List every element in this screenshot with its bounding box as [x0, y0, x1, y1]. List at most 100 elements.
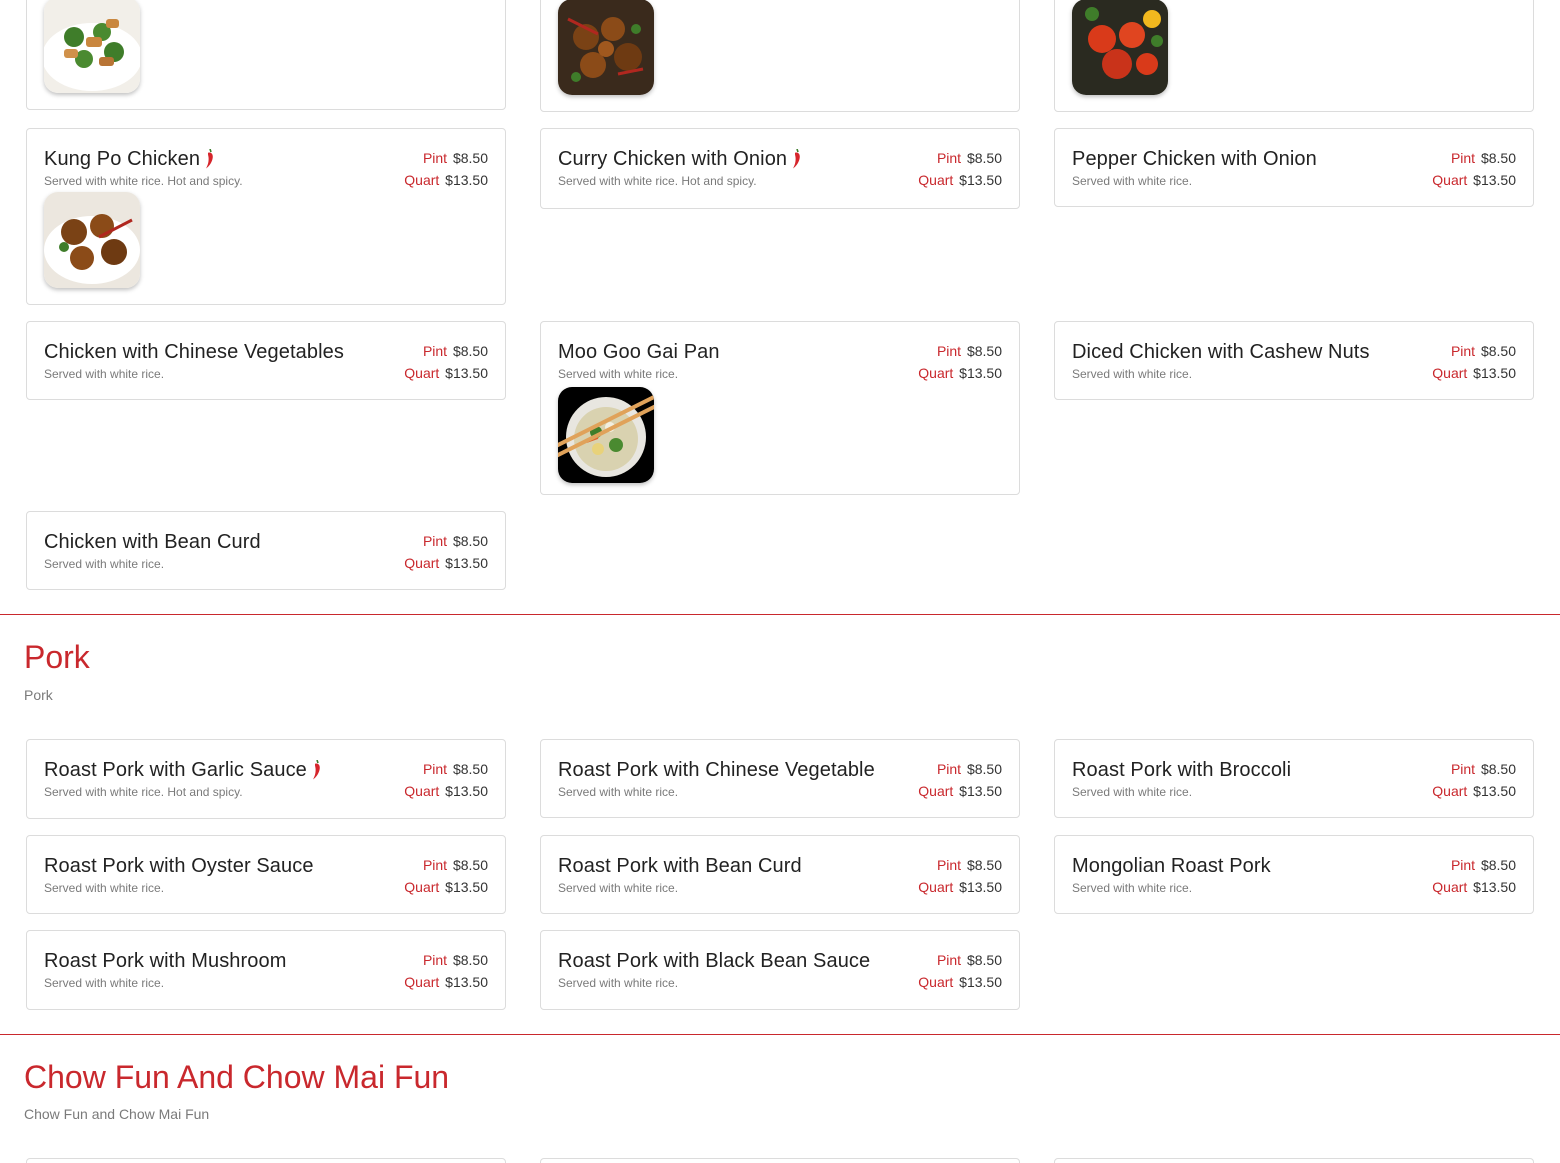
menu-item-card[interactable]: Roast Pork with Broccoli Served with whi…: [1054, 739, 1534, 818]
quart-label: Quart: [1432, 172, 1468, 188]
pint-price: $8.50: [966, 857, 1002, 873]
menu-item-card[interactable]: Curry Chicken with Onion Served with whi…: [540, 128, 1020, 209]
pint-price: $8.50: [966, 150, 1002, 166]
pint-price: $8.50: [1480, 761, 1516, 777]
section-divider: [0, 1034, 1560, 1035]
quart-price: $13.50: [445, 365, 488, 381]
pint-label: Pint: [422, 533, 448, 549]
pint-price: $8.50: [452, 150, 488, 166]
pint-price: $8.50: [966, 952, 1002, 968]
menu-item-card[interactable]: [1054, 0, 1534, 112]
section-subtitle-pork: Pork: [24, 687, 53, 703]
quart-label: Quart: [404, 365, 440, 381]
price-list: Pint $8.50 Quart $13.50: [918, 949, 1002, 993]
quart-price: $13.50: [959, 365, 1002, 381]
quart-label: Quart: [918, 365, 954, 381]
menu-item-card[interactable]: [26, 1158, 506, 1163]
menu-item-card[interactable]: Roast Pork with Oyster Sauce Served with…: [26, 835, 506, 914]
menu-item-card[interactable]: Mongolian Roast Pork Served with white r…: [1054, 835, 1534, 914]
food-photo: [558, 0, 654, 95]
quart-price: $13.50: [445, 974, 488, 990]
menu-item-card[interactable]: [1054, 1158, 1534, 1163]
menu-item-card[interactable]: [540, 1158, 1020, 1163]
chili-pepper-icon: [312, 760, 321, 780]
price-list: Pint $8.50 Quart $13.50: [1432, 147, 1516, 191]
price-list: Pint $8.50 Quart $13.50: [404, 340, 488, 384]
quart-price: $13.50: [445, 172, 488, 188]
food-photo: [1072, 0, 1168, 95]
quart-label: Quart: [918, 172, 954, 188]
menu-item-card[interactable]: Roast Pork with Mushroom Served with whi…: [26, 930, 506, 1010]
menu-item-card[interactable]: Diced Chicken with Cashew Nuts Served wi…: [1054, 321, 1534, 400]
price-list: Pint $8.50 Quart $13.50: [918, 854, 1002, 898]
pint-label: Pint: [422, 343, 448, 359]
quart-label: Quart: [1432, 879, 1468, 895]
menu-item-card[interactable]: Roast Pork with Black Bean Sauce Served …: [540, 930, 1020, 1010]
menu-item-card[interactable]: Roast Pork with Chinese Vegetable Served…: [540, 739, 1020, 818]
quart-label: Quart: [1432, 365, 1468, 381]
pint-price: $8.50: [966, 761, 1002, 777]
quart-label: Quart: [404, 879, 440, 895]
menu-item-card[interactable]: Roast Pork with Bean Curd Served with wh…: [540, 835, 1020, 914]
section-title-chow-fun: Chow Fun And Chow Mai Fun: [24, 1059, 450, 1095]
pint-price: $8.50: [1480, 150, 1516, 166]
pint-label: Pint: [1450, 343, 1476, 359]
pint-label: Pint: [422, 150, 448, 166]
pint-label: Pint: [936, 343, 962, 359]
price-list: Pint $8.50 Quart $13.50: [404, 854, 488, 898]
pint-label: Pint: [1450, 150, 1476, 166]
pint-price: $8.50: [1480, 857, 1516, 873]
section-title-pork: Pork: [24, 639, 90, 675]
food-photo: [44, 0, 140, 93]
price-list: Pint $8.50 Quart $13.50: [404, 147, 488, 191]
pint-label: Pint: [422, 857, 448, 873]
price-list: Pint $8.50 Quart $13.50: [918, 758, 1002, 802]
quart-price: $13.50: [445, 783, 488, 799]
price-list: Pint $8.50 Quart $13.50: [918, 340, 1002, 384]
menu-item-card[interactable]: Roast Pork with Garlic Sauce Served with…: [26, 739, 506, 819]
menu-item-card[interactable]: Chicken with Chinese Vegetables Served w…: [26, 321, 506, 400]
menu-item-card[interactable]: Moo Goo Gai Pan Served with white rice. …: [540, 321, 1020, 495]
pint-label: Pint: [936, 761, 962, 777]
price-list: Pint $8.50 Quart $13.50: [404, 530, 488, 574]
quart-label: Quart: [404, 172, 440, 188]
section-divider: [0, 614, 1560, 615]
quart-label: Quart: [404, 974, 440, 990]
pint-price: $8.50: [452, 533, 488, 549]
pint-label: Pint: [1450, 857, 1476, 873]
pint-label: Pint: [1450, 761, 1476, 777]
menu-item-card[interactable]: [540, 0, 1020, 112]
food-photo: [558, 387, 654, 483]
quart-price: $13.50: [1473, 879, 1516, 895]
quart-label: Quart: [918, 783, 954, 799]
pint-label: Pint: [936, 857, 962, 873]
pint-label: Pint: [936, 150, 962, 166]
price-list: Pint $8.50 Quart $13.50: [1432, 758, 1516, 802]
quart-label: Quart: [1432, 783, 1468, 799]
pint-price: $8.50: [452, 761, 488, 777]
pint-label: Pint: [936, 952, 962, 968]
pint-price: $8.50: [966, 343, 1002, 359]
pint-label: Pint: [422, 761, 448, 777]
price-list: Pint $8.50 Quart $13.50: [918, 147, 1002, 191]
menu-item-card[interactable]: Pepper Chicken with Onion Served with wh…: [1054, 128, 1534, 207]
quart-price: $13.50: [1473, 172, 1516, 188]
pint-price: $8.50: [452, 343, 488, 359]
quart-price: $13.50: [1473, 365, 1516, 381]
price-list: Pint $8.50 Quart $13.50: [1432, 854, 1516, 898]
price-list: Pint $8.50 Quart $13.50: [1432, 340, 1516, 384]
menu-item-card[interactable]: Chicken with Bean Curd Served with white…: [26, 511, 506, 590]
quart-price: $13.50: [445, 879, 488, 895]
pint-price: $8.50: [452, 857, 488, 873]
pint-price: $8.50: [452, 952, 488, 968]
quart-label: Quart: [404, 783, 440, 799]
food-photo: [44, 192, 140, 288]
menu-item-card[interactable]: Kung Po Chicken Served with white rice. …: [26, 128, 506, 305]
quart-label: Quart: [404, 555, 440, 571]
menu-item-card[interactable]: [26, 0, 506, 110]
quart-label: Quart: [918, 879, 954, 895]
chili-pepper-icon: [792, 149, 801, 169]
quart-price: $13.50: [959, 974, 1002, 990]
quart-price: $13.50: [959, 783, 1002, 799]
price-list: Pint $8.50 Quart $13.50: [404, 758, 488, 802]
